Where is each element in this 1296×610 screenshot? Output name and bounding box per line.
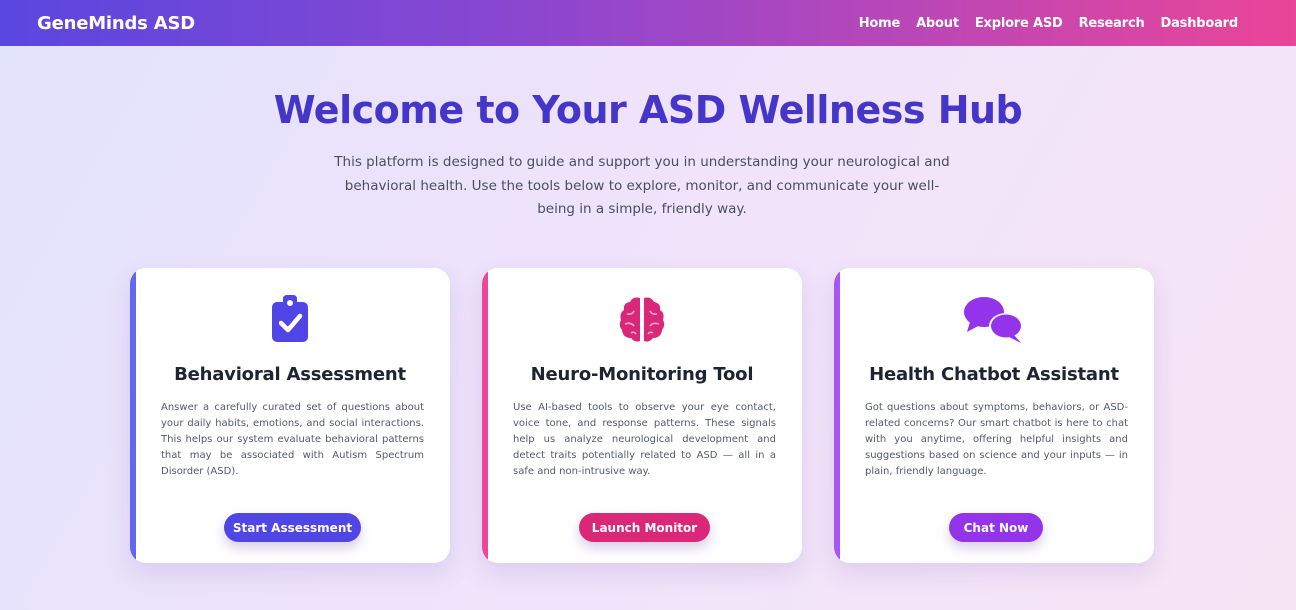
nav-home[interactable]: Home <box>859 16 901 31</box>
clipboard-check-icon <box>130 294 450 344</box>
nav-about[interactable]: About <box>916 16 959 31</box>
start-assessment-button[interactable]: Start Assessment <box>224 513 361 542</box>
chat-now-button[interactable]: Chat Now <box>949 513 1043 542</box>
nav-research[interactable]: Research <box>1079 16 1145 31</box>
hero-description: This platform is designed to guide and s… <box>334 154 950 217</box>
card-description: Use AI-based tools to observe your eye c… <box>513 402 776 477</box>
top-navbar: GeneMinds ASD Home About Explore ASD Res… <box>0 0 1296 46</box>
card-behavioral-assessment: Behavioral Assessment Answer a carefully… <box>130 268 450 563</box>
chat-bubbles-icon <box>834 294 1154 344</box>
brand-logo[interactable]: GeneMinds ASD <box>37 13 195 34</box>
launch-monitor-button[interactable]: Launch Monitor <box>579 513 710 542</box>
nav-links: Home About Explore ASD Research Dashboar… <box>843 16 1239 31</box>
card-description: Answer a carefully curated set of questi… <box>161 402 424 477</box>
card-health-chatbot: Health Chatbot Assistant Got questions a… <box>834 268 1154 563</box>
card-title: Neuro-Monitoring Tool <box>530 364 754 385</box>
card-description: Got questions about symptoms, behaviors,… <box>865 402 1128 477</box>
card-neuro-monitoring: Neuro-Monitoring Tool Use AI-based tools… <box>482 268 802 563</box>
brain-icon <box>482 294 802 344</box>
hero-title: Welcome to Your ASD Wellness Hub <box>273 88 1023 132</box>
nav-explore-asd[interactable]: Explore ASD <box>975 16 1063 31</box>
card-title: Health Chatbot Assistant <box>869 364 1119 385</box>
card-title: Behavioral Assessment <box>174 364 406 385</box>
nav-dashboard[interactable]: Dashboard <box>1161 16 1239 31</box>
